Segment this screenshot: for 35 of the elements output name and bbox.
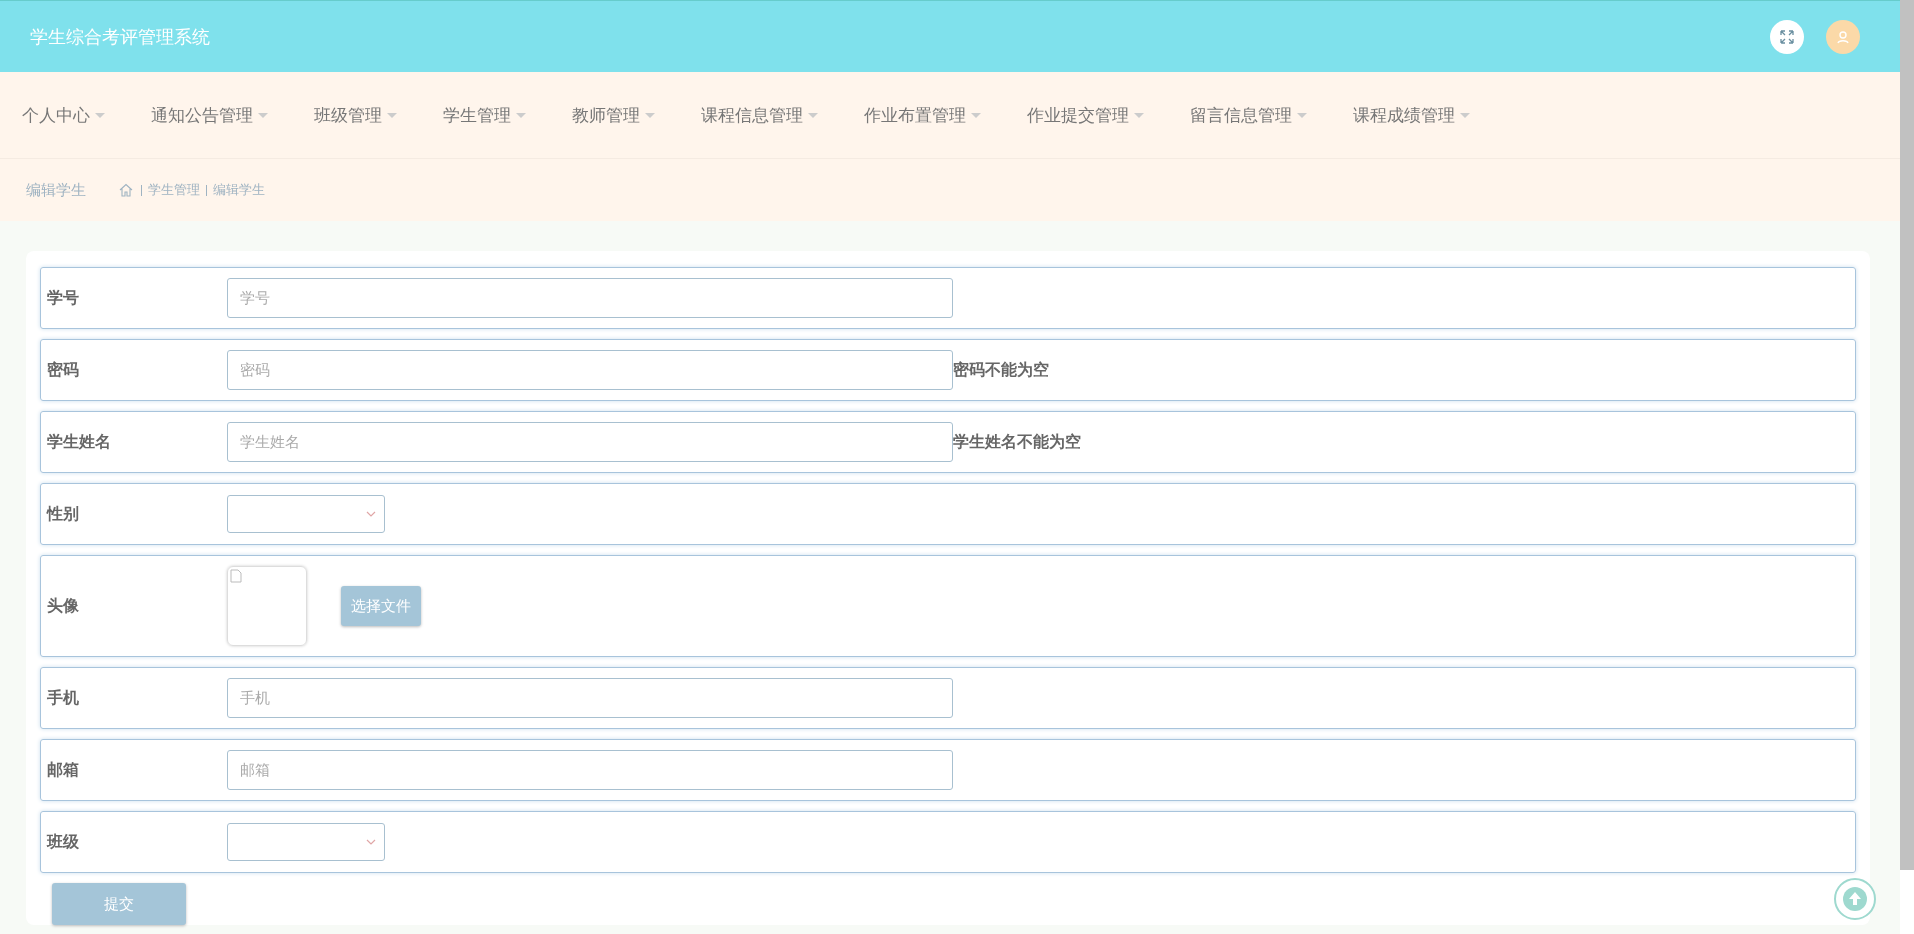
chevron-down-icon <box>366 839 376 845</box>
nav-menu-item[interactable]: 班级管理 <box>314 103 397 127</box>
input-field[interactable]: 学生姓名 <box>227 422 953 462</box>
input-field[interactable]: 邮箱 <box>227 750 953 790</box>
page-title: 编辑学生 <box>26 180 86 200</box>
field-label: 头像 <box>47 595 80 617</box>
app-title: 学生综合考评管理系统 <box>30 24 210 49</box>
field-label: 学生姓名 <box>47 431 112 453</box>
nav-menu-item[interactable]: 留言信息管理 <box>1190 103 1307 127</box>
field-label: 密码 <box>47 359 80 381</box>
nav-menu-item[interactable]: 学生管理 <box>443 103 526 127</box>
input-field[interactable]: 学号 <box>227 278 953 318</box>
nav-menu-item[interactable]: 教师管理 <box>572 103 655 127</box>
nav-menu-item[interactable]: 课程信息管理 <box>701 103 818 127</box>
nav-menu-item[interactable]: 作业布置管理 <box>864 103 981 127</box>
nav-menu-item[interactable]: 个人中心 <box>22 103 105 127</box>
scrollbar[interactable] <box>1900 0 1914 870</box>
input-field[interactable]: 密码 <box>227 350 953 390</box>
input-field[interactable]: 手机 <box>227 678 953 718</box>
select-dropdown[interactable] <box>227 495 385 533</box>
error-message: 学生姓名不能为空 <box>953 431 1081 453</box>
field-label: 邮箱 <box>47 759 80 781</box>
nav-menu-item[interactable]: 课程成绩管理 <box>1353 103 1470 127</box>
nav-menu-item[interactable]: 作业提交管理 <box>1027 103 1144 127</box>
user-avatar-icon[interactable] <box>1826 19 1860 54</box>
select-dropdown[interactable] <box>227 823 385 861</box>
field-label: 性别 <box>47 503 80 525</box>
chevron-down-icon <box>366 511 376 517</box>
fullscreen-icon[interactable] <box>1770 19 1804 54</box>
error-message: 密码不能为空 <box>953 359 1049 381</box>
field-label: 学号 <box>47 287 80 309</box>
field-label: 班级 <box>47 831 80 853</box>
field-label: 手机 <box>47 687 80 709</box>
nav-menu-item[interactable]: 通知公告管理 <box>151 103 268 127</box>
home-icon[interactable] <box>119 183 133 197</box>
